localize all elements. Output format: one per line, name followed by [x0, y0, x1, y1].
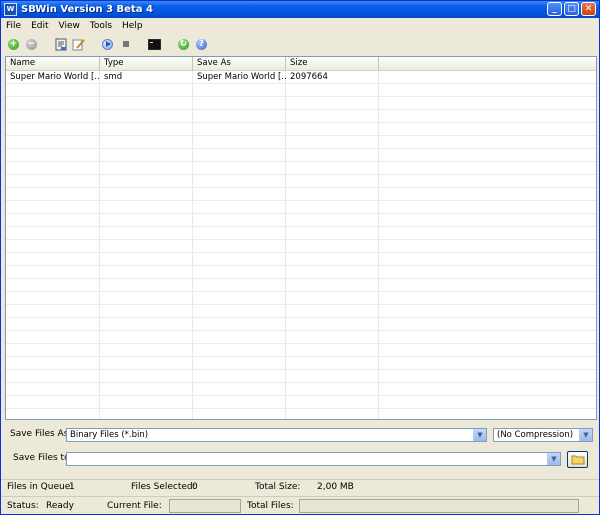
- total-files-progress: [299, 499, 579, 513]
- column-header-size[interactable]: Size: [286, 57, 379, 71]
- console-button[interactable]: [147, 37, 162, 52]
- console-icon: [148, 38, 161, 50]
- close-button[interactable]: ✕: [581, 2, 596, 16]
- save-to-label: Save Files to:: [13, 453, 73, 463]
- minimize-icon: _: [552, 4, 557, 14]
- close-icon: ✕: [584, 4, 593, 14]
- table-row[interactable]: Super Mario World [... smd Super Mario W…: [6, 71, 596, 84]
- list-header: Name Type Save As Size: [6, 57, 596, 71]
- app-window: W SBWin Version 3 Beta 4 _ □ ✕ File Edit…: [0, 0, 600, 515]
- chevron-down-icon[interactable]: ▼: [579, 429, 592, 441]
- total-size-label: Total Size:: [255, 481, 301, 492]
- list-rows: Super Mario World [... smd Super Mario W…: [6, 71, 596, 419]
- selected-label: Files Selected:: [131, 481, 196, 492]
- column-header-filler: [379, 57, 596, 71]
- edit-icon: [72, 38, 85, 50]
- play-icon: [102, 38, 113, 50]
- stop-icon: [122, 41, 129, 47]
- total-files-label: Total Files:: [247, 500, 294, 511]
- column-header-type[interactable]: Type: [100, 57, 193, 71]
- cell-type: smd: [104, 72, 123, 82]
- remove-icon: −: [26, 38, 37, 50]
- status-value: Ready: [46, 500, 74, 511]
- current-file-progress: [169, 499, 241, 513]
- edit-button[interactable]: [71, 37, 86, 52]
- properties-button[interactable]: [53, 37, 68, 52]
- compression-select[interactable]: (No Compression) ▼: [493, 428, 593, 442]
- menu-view[interactable]: View: [54, 18, 85, 34]
- menu-edit[interactable]: Edit: [26, 18, 53, 34]
- web-button[interactable]: ↻: [176, 37, 191, 52]
- folder-icon: [571, 455, 584, 465]
- total-size-value: 2,00 MB: [317, 481, 354, 492]
- menu-help[interactable]: Help: [117, 18, 148, 34]
- summary-bar: Files in Queue: 1 Files Selected: 0 Tota…: [1, 479, 599, 493]
- toolbar: + − ↻ ?: [1, 34, 599, 54]
- chevron-down-icon[interactable]: ▼: [473, 429, 486, 441]
- cell-name: Super Mario World [...: [10, 72, 100, 82]
- properties-icon: [55, 38, 66, 50]
- window-controls: _ □ ✕: [547, 2, 596, 16]
- save-as-select[interactable]: Binary Files (*.bin) ▼: [66, 428, 487, 442]
- menu-bar: File Edit View Tools Help: [1, 18, 599, 34]
- column-header-save-as[interactable]: Save As: [193, 57, 286, 71]
- window-title: SBWin Version 3 Beta 4: [21, 4, 153, 15]
- stop-button[interactable]: [118, 37, 133, 52]
- maximize-button[interactable]: □: [564, 2, 579, 16]
- minimize-button[interactable]: _: [547, 2, 562, 16]
- menu-file[interactable]: File: [1, 18, 26, 34]
- save-to-select[interactable]: ▼: [66, 452, 561, 466]
- browse-folder-button[interactable]: [567, 451, 588, 468]
- menu-tools[interactable]: Tools: [85, 18, 117, 34]
- web-icon: ↻: [178, 38, 189, 50]
- title-bar[interactable]: W SBWin Version 3 Beta 4 _ □ ✕: [1, 1, 599, 18]
- save-as-label: Save Files As:: [10, 429, 72, 439]
- maximize-icon: □: [567, 4, 576, 14]
- app-icon: W: [4, 3, 17, 16]
- save-as-value: Binary Files (*.bin): [70, 430, 149, 440]
- help-button[interactable]: ?: [194, 37, 209, 52]
- compression-value: (No Compression): [497, 430, 574, 440]
- cell-size: 2097664: [290, 72, 328, 82]
- play-button[interactable]: [100, 37, 115, 52]
- file-list[interactable]: Name Type Save As Size Super Mario World…: [5, 56, 597, 420]
- queue-value: 1: [69, 481, 75, 492]
- chevron-down-icon[interactable]: ▼: [547, 453, 560, 465]
- add-icon: +: [8, 38, 19, 50]
- help-icon: ?: [196, 38, 207, 50]
- status-bar: Status: Ready Current File: Total Files:: [1, 496, 599, 514]
- current-file-label: Current File:: [107, 500, 162, 511]
- cell-save-as: Super Mario World [...: [197, 72, 286, 82]
- status-label: Status:: [7, 500, 39, 511]
- remove-button[interactable]: −: [24, 37, 39, 52]
- selected-value: 0: [192, 481, 198, 492]
- queue-label: Files in Queue:: [7, 481, 74, 492]
- add-button[interactable]: +: [6, 37, 21, 52]
- column-header-name[interactable]: Name: [6, 57, 100, 71]
